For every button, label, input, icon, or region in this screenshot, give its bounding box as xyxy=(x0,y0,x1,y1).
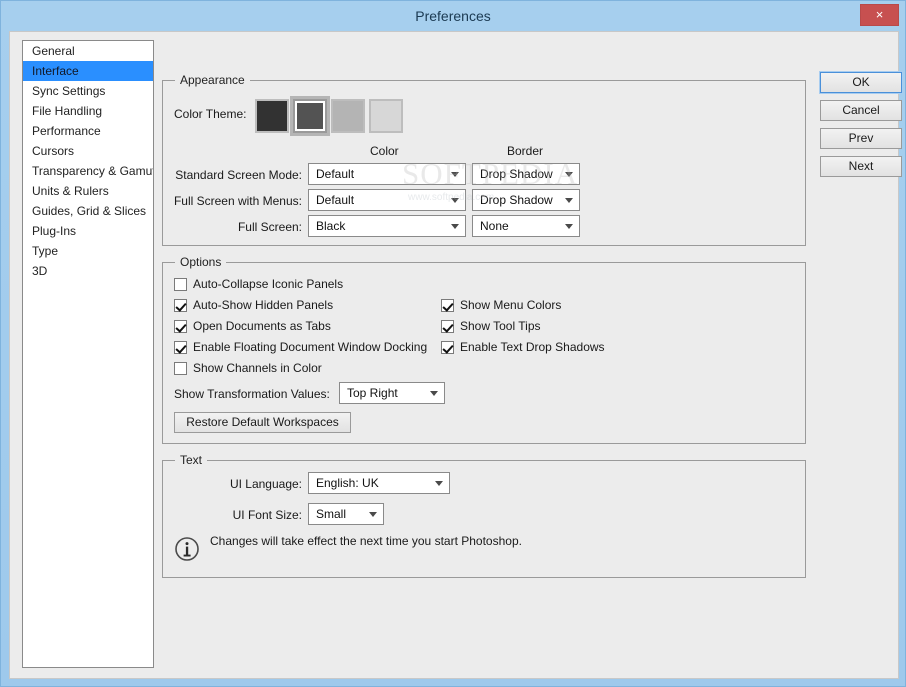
full-screen-color-combo[interactable]: Black xyxy=(308,215,466,237)
close-icon[interactable]: × xyxy=(860,4,899,26)
checkbox-box xyxy=(441,299,454,312)
chevron-down-icon xyxy=(451,172,459,177)
standard-screen-mode-color-value: Default xyxy=(316,164,354,185)
prev-button[interactable]: Prev xyxy=(820,128,902,149)
chevron-down-icon xyxy=(430,391,438,396)
full-screen-with-menus-color-value: Default xyxy=(316,190,354,211)
standard-screen-mode-color-combo[interactable]: Default xyxy=(308,163,466,185)
sidebar-item-type[interactable]: Type xyxy=(23,241,153,261)
checkbox-label: Enable Floating Document Window Docking xyxy=(193,340,427,355)
chevron-down-icon xyxy=(369,512,377,517)
full-screen-label: Full Screen: xyxy=(174,220,302,234)
restart-note: Changes will take effect the next time y… xyxy=(210,534,522,548)
checkbox-box xyxy=(174,320,187,333)
full-screen-with-menus-label: Full Screen with Menus: xyxy=(164,194,302,208)
ui-language-label: UI Language: xyxy=(200,477,302,491)
column-header-color: Color xyxy=(370,144,399,158)
full-screen-color-value: Black xyxy=(316,216,345,237)
sidebar-item-guides-grid-slices[interactable]: Guides, Grid & Slices xyxy=(23,201,153,221)
restore-default-workspaces-button[interactable]: Restore Default Workspaces xyxy=(174,412,351,433)
chevron-down-icon xyxy=(565,198,573,203)
ok-button[interactable]: OK xyxy=(820,72,902,93)
sidebar-item-performance[interactable]: Performance xyxy=(23,121,153,141)
show-transformation-values-label: Show Transformation Values: xyxy=(174,387,330,401)
swatch-theme-light[interactable] xyxy=(369,99,403,133)
checkbox-box xyxy=(174,278,187,291)
ui-language-value: English: UK xyxy=(316,473,379,494)
next-button[interactable]: Next xyxy=(820,156,902,177)
appearance-group-label: Appearance xyxy=(175,73,250,87)
dialog-button-column: OK Cancel Prev Next xyxy=(820,72,902,184)
checkbox-box xyxy=(441,341,454,354)
swatch-theme-dark[interactable] xyxy=(293,99,327,133)
checkbox-box xyxy=(174,362,187,375)
show-transformation-values-combo[interactable]: Top Right xyxy=(339,382,445,404)
dialog-client-area: General Interface Sync Settings File Han… xyxy=(9,31,899,679)
full-screen-border-value: None xyxy=(480,216,509,237)
sidebar-item-interface[interactable]: Interface xyxy=(23,61,153,81)
sidebar-item-units-rulers[interactable]: Units & Rulers xyxy=(23,181,153,201)
standard-screen-mode-border-combo[interactable]: Drop Shadow xyxy=(472,163,580,185)
chevron-down-icon xyxy=(565,224,573,229)
window-title: Preferences xyxy=(1,1,905,31)
full-screen-with-menus-border-value: Drop Shadow xyxy=(480,190,553,211)
ui-font-size-label: UI Font Size: xyxy=(200,508,302,522)
full-screen-with-menus-color-combo[interactable]: Default xyxy=(308,189,466,211)
checkbox-label: Auto-Collapse Iconic Panels xyxy=(193,277,343,292)
chevron-down-icon xyxy=(451,198,459,203)
checkbox-label: Enable Text Drop Shadows xyxy=(460,340,605,355)
ui-language-combo[interactable]: English: UK xyxy=(308,472,450,494)
swatch-theme-medium[interactable] xyxy=(331,99,365,133)
text-group-label: Text xyxy=(175,453,207,467)
standard-screen-mode-label: Standard Screen Mode: xyxy=(174,168,302,182)
checkbox-label: Auto-Show Hidden Panels xyxy=(193,298,333,313)
chevron-down-icon xyxy=(435,481,443,486)
column-header-border: Border xyxy=(507,144,543,158)
sidebar-item-plug-ins[interactable]: Plug-Ins xyxy=(23,221,153,241)
ui-font-size-combo[interactable]: Small xyxy=(308,503,384,525)
checkbox-box xyxy=(174,299,187,312)
cancel-button[interactable]: Cancel xyxy=(820,100,902,121)
sidebar-item-transparency-gamut[interactable]: Transparency & Gamut xyxy=(23,161,153,181)
sidebar-item-3d[interactable]: 3D xyxy=(23,261,153,281)
ui-font-size-value: Small xyxy=(316,504,346,525)
full-screen-with-menus-border-combo[interactable]: Drop Shadow xyxy=(472,189,580,211)
checkbox-label: Open Documents as Tabs xyxy=(193,319,331,334)
swatch-theme-darkest[interactable] xyxy=(255,99,289,133)
chevron-down-icon xyxy=(565,172,573,177)
category-list[interactable]: General Interface Sync Settings File Han… xyxy=(22,40,154,668)
show-transformation-values-value: Top Right xyxy=(347,383,398,404)
sidebar-item-general[interactable]: General xyxy=(23,41,153,61)
info-icon xyxy=(174,536,200,562)
checkbox-label: Show Channels in Color xyxy=(193,361,322,376)
sidebar-item-cursors[interactable]: Cursors xyxy=(23,141,153,161)
options-group-label: Options xyxy=(175,255,226,269)
checkbox-box xyxy=(441,320,454,333)
standard-screen-mode-border-value: Drop Shadow xyxy=(480,164,553,185)
sidebar-item-sync-settings[interactable]: Sync Settings xyxy=(23,81,153,101)
preferences-window: Preferences × General Interface Sync Set… xyxy=(0,0,906,687)
checkbox-box xyxy=(174,341,187,354)
color-theme-label: Color Theme: xyxy=(174,107,246,121)
checkbox-label: Show Tool Tips xyxy=(460,319,541,334)
chevron-down-icon xyxy=(451,224,459,229)
checkbox-label: Show Menu Colors xyxy=(460,298,561,313)
full-screen-border-combo[interactable]: None xyxy=(472,215,580,237)
sidebar-item-file-handling[interactable]: File Handling xyxy=(23,101,153,121)
title-bar: Preferences × xyxy=(1,1,905,31)
